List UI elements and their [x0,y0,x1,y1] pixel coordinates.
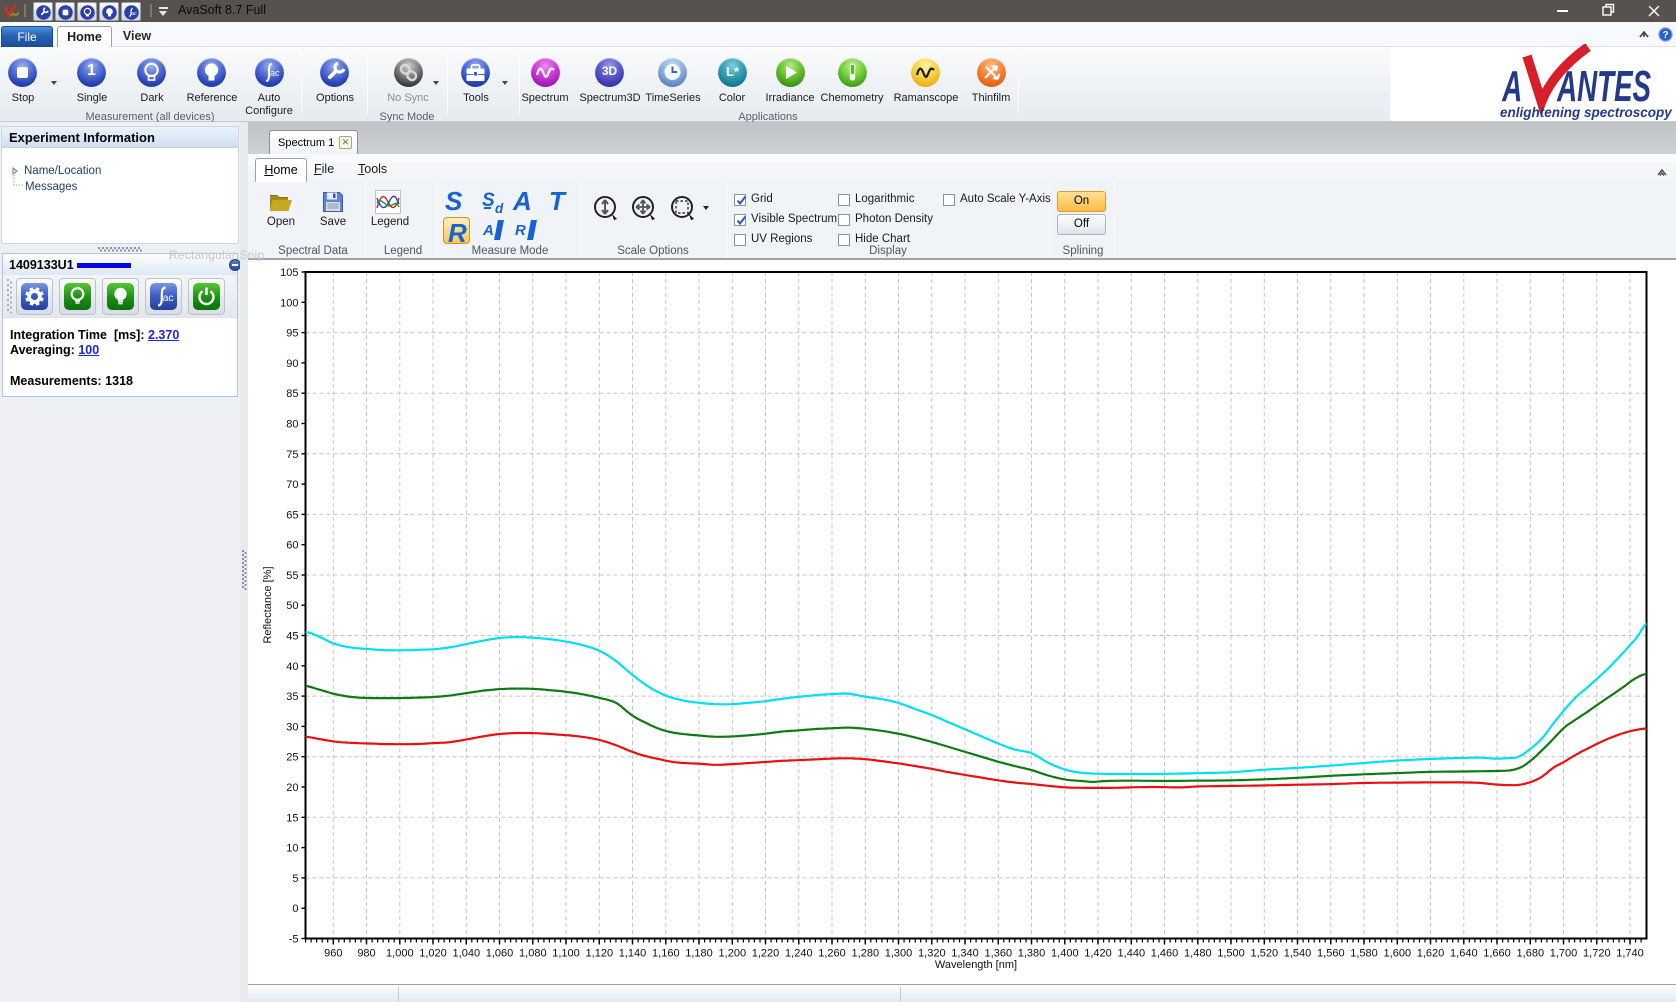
svg-text:1,300: 1,300 [885,948,913,960]
svg-text:80: 80 [286,419,298,431]
svg-text:1,660: 1,660 [1483,948,1511,960]
svg-text:1,020: 1,020 [419,948,447,960]
svg-text:1,680: 1,680 [1517,948,1545,960]
svg-text:980: 980 [357,948,375,960]
svg-text:20: 20 [286,782,298,794]
svg-text:1,200: 1,200 [719,948,747,960]
svg-text:30: 30 [286,721,298,733]
svg-text:50: 50 [286,600,298,612]
svg-text:1,500: 1,500 [1217,948,1245,960]
svg-text:ac: ac [131,10,137,16]
svg-text:1,460: 1,460 [1151,948,1179,960]
svg-text:1,060: 1,060 [486,948,514,960]
svg-text:1,260: 1,260 [818,948,846,960]
svg-text:15: 15 [286,812,298,824]
svg-text:1,640: 1,640 [1450,948,1478,960]
svg-text:1,700: 1,700 [1550,948,1578,960]
svg-text:1,480: 1,480 [1184,948,1212,960]
svg-text:55: 55 [286,570,298,582]
svg-text:1,000: 1,000 [386,948,414,960]
svg-text:40: 40 [286,661,298,673]
svg-text:1,280: 1,280 [852,948,880,960]
svg-text:100: 100 [280,297,298,309]
svg-text:1,160: 1,160 [652,948,680,960]
svg-text:ANTES: ANTES [1556,62,1651,111]
svg-text:65: 65 [286,509,298,521]
svg-text:1,380: 1,380 [1018,948,1046,960]
svg-text:ac: ac [163,292,174,304]
svg-text:1,540: 1,540 [1284,948,1312,960]
svg-text:5: 5 [292,873,298,885]
svg-text:1,220: 1,220 [752,948,780,960]
svg-text:1,320: 1,320 [918,948,946,960]
svg-text:1,580: 1,580 [1350,948,1378,960]
svg-text:1,560: 1,560 [1317,948,1345,960]
svg-text:Reflectance [%]: Reflectance [%] [262,566,274,643]
svg-text:-5: -5 [289,934,299,946]
svg-text:1,040: 1,040 [453,948,481,960]
svg-text:1,620: 1,620 [1417,948,1445,960]
svg-text:1,440: 1,440 [1118,948,1146,960]
svg-text:1,100: 1,100 [552,948,580,960]
svg-text:Wavelength [nm]: Wavelength [nm] [935,959,1017,971]
svg-text:1,400: 1,400 [1051,948,1079,960]
svg-text:90: 90 [286,358,298,370]
svg-text:1,740: 1,740 [1616,948,1644,960]
svg-text:70: 70 [286,479,298,491]
svg-text:85: 85 [286,388,298,400]
svg-text:1,240: 1,240 [785,948,813,960]
svg-text:10: 10 [286,843,298,855]
svg-text:1,140: 1,140 [619,948,647,960]
svg-text:A: A [1502,62,1523,111]
svg-text:1,420: 1,420 [1084,948,1112,960]
svg-text:95: 95 [286,328,298,340]
svg-text:ac: ac [270,68,280,78]
svg-text:45: 45 [286,631,298,643]
svg-text:1,120: 1,120 [586,948,614,960]
svg-text:1,520: 1,520 [1251,948,1279,960]
svg-text:?: ? [1662,30,1668,41]
svg-text:35: 35 [286,691,298,703]
svg-text:1,080: 1,080 [519,948,547,960]
svg-text:960: 960 [324,948,342,960]
svg-text:0: 0 [292,903,298,915]
svg-text:1,180: 1,180 [685,948,713,960]
svg-text:1,600: 1,600 [1384,948,1412,960]
svg-text:105: 105 [280,267,298,279]
svg-text:enlightening spectroscopy: enlightening spectroscopy [1500,105,1673,120]
svg-text:60: 60 [286,540,298,552]
svg-text:1,720: 1,720 [1583,948,1611,960]
svg-text:75: 75 [286,449,298,461]
svg-text:1,340: 1,340 [951,948,979,960]
svg-text:25: 25 [286,752,298,764]
svg-text:1,360: 1,360 [985,948,1013,960]
